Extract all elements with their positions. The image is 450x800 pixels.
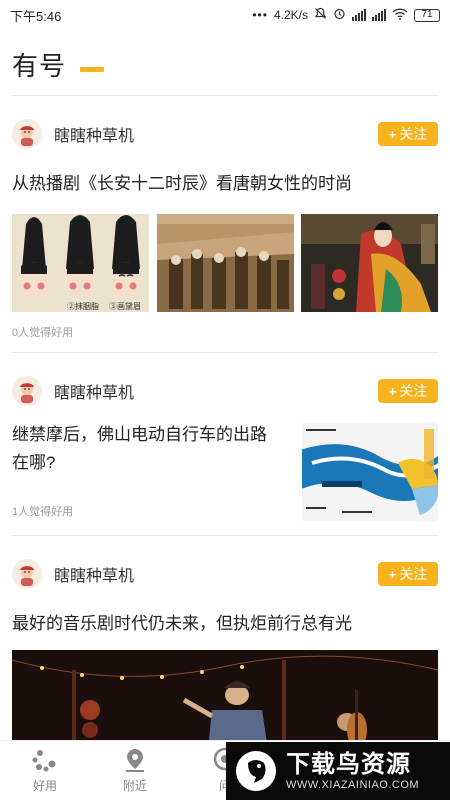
plus-icon: +: [388, 566, 397, 582]
status-time: 下午5:46: [10, 8, 62, 24]
author-row: 瞎瞎种草机 + 关注: [12, 373, 438, 409]
nav-item-haoyong[interactable]: 好用: [0, 741, 90, 800]
location-pin-icon: [123, 747, 147, 773]
alarm-icon: [333, 7, 346, 23]
image-row: ②抹胭脂 ③画黛眉: [12, 214, 438, 312]
follow-label: 关注: [399, 566, 428, 582]
hd-signal-icon: [352, 9, 366, 21]
signal-icon: [372, 9, 386, 21]
image-caption: ②抹胭脂: [67, 301, 99, 311]
article-image[interactable]: [156, 214, 294, 312]
image-caption: ③画黛眉: [109, 301, 141, 311]
author-row: 瞎瞎种草机 + 关注: [12, 556, 438, 592]
bird-logo-icon: [236, 751, 276, 791]
article-image[interactable]: [301, 214, 438, 312]
battery-indicator: 71: [414, 8, 440, 22]
network-speed: 4.2K/s: [273, 8, 308, 22]
feed-card[interactable]: 瞎瞎种草机 + 关注 从热播剧《长安十二时辰》看唐朝女性的时尚 ②抹胭脂 ③画黛…: [0, 96, 450, 352]
watermark-banner: 下载鸟资源 WWW.XIAZAINIAO.COM: [226, 742, 450, 800]
follow-button[interactable]: + 关注: [378, 379, 438, 403]
nav-label: 附近: [122, 779, 147, 793]
watermark-text: 下载鸟资源 WWW.XIAZAINIAO.COM: [286, 751, 419, 791]
wifi-icon: [392, 7, 408, 23]
feed-card[interactable]: 瞎瞎种草机 + 关注 最好的音乐剧时代仍未来，但执炬前行总有光: [0, 536, 450, 740]
author-avatar[interactable]: [12, 376, 42, 406]
article-body: 继禁摩后，佛山电动自行车的出路在哪? 1人觉得好用: [12, 423, 438, 521]
title-accent-bar: [80, 66, 105, 72]
watermark-name: 下载鸟资源: [286, 751, 411, 778]
watermark-url: WWW.XIAZAINIAO.COM: [286, 779, 420, 791]
feed-card[interactable]: 瞎瞎种草机 + 关注 继禁摩后，佛山电动自行车的出路在哪? 1人觉得好用: [0, 353, 450, 535]
article-title[interactable]: 继禁摩后，佛山电动自行车的出路在哪?: [12, 421, 282, 477]
author-name[interactable]: 瞎瞎种草机: [54, 379, 378, 403]
article-title[interactable]: 从热播剧《长安十二时辰》看唐朝女性的时尚: [12, 170, 438, 198]
author-row: 瞎瞎种草机 + 关注: [12, 116, 438, 152]
follow-label: 关注: [399, 383, 428, 399]
article-image[interactable]: [12, 650, 438, 740]
follow-label: 关注: [399, 126, 428, 142]
mute-bell-icon: [314, 7, 327, 23]
status-icons: ••• 4.2K/s 71: [252, 7, 440, 23]
nav-item-fujin[interactable]: 附近: [90, 741, 180, 800]
article-title[interactable]: 最好的音乐剧时代仍未来，但执炬前行总有光: [12, 610, 438, 638]
nav-label: 好用: [32, 779, 57, 793]
author-name[interactable]: 瞎瞎种草机: [54, 562, 378, 586]
plus-icon: +: [388, 126, 397, 142]
status-bar: 下午5:46 ••• 4.2K/s 71: [0, 0, 450, 30]
article-feed[interactable]: 瞎瞎种草机 + 关注 从热播剧《长安十二时辰》看唐朝女性的时尚 ②抹胭脂 ③画黛…: [0, 96, 450, 740]
page-title: 有号: [12, 50, 67, 81]
follow-button[interactable]: + 关注: [378, 122, 438, 146]
likes-count: 1人觉得好用: [12, 506, 74, 518]
page-header: 有号: [12, 46, 105, 82]
author-name[interactable]: 瞎瞎种草机: [54, 122, 378, 146]
dots-cluster-icon: [31, 747, 59, 773]
follow-button[interactable]: + 关注: [378, 562, 438, 586]
article-image[interactable]: [302, 423, 438, 521]
article-image[interactable]: ②抹胭脂 ③画黛眉: [12, 214, 149, 312]
dots-icon: •••: [252, 8, 268, 22]
author-avatar[interactable]: [12, 559, 42, 589]
plus-icon: +: [388, 383, 397, 399]
likes-count: 0人觉得好用: [12, 327, 74, 339]
article-text-block: 继禁摩后，佛山电动自行车的出路在哪? 1人觉得好用: [12, 423, 282, 521]
author-avatar[interactable]: [12, 119, 42, 149]
